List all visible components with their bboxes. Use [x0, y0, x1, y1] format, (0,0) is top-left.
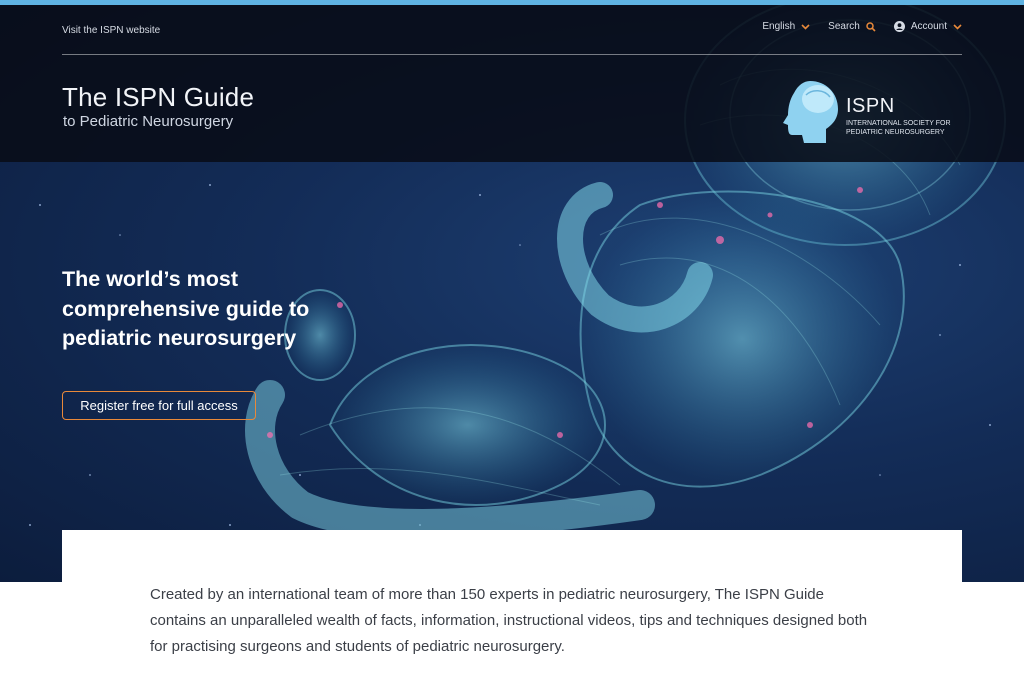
register-button[interactable]: Register free for full access — [62, 391, 256, 420]
user-icon — [893, 21, 905, 32]
search-label: Search — [828, 21, 860, 32]
utility-menu: English Search Account — [744, 21, 962, 32]
site-title[interactable]: The ISPN Guide — [62, 82, 254, 113]
search-button[interactable]: Search — [828, 21, 876, 32]
chevron-down-icon — [953, 23, 962, 30]
account-menu[interactable]: Account — [893, 21, 962, 32]
language-selector[interactable]: English — [762, 21, 810, 32]
header-divider — [62, 54, 962, 55]
language-label: English — [762, 21, 796, 32]
header-band: Visit the ISPN website English Search Ac… — [0, 5, 1024, 162]
logo-tagline: International Society for Pediatric Neur… — [846, 119, 951, 137]
ispn-logo[interactable]: ISPN International Society for Pediatric… — [780, 77, 970, 147]
site-subtitle: to Pediatric Neurosurgery — [63, 113, 234, 130]
hero-banner: Visit the ISPN website English Search Ac… — [0, 5, 1024, 582]
search-icon — [866, 21, 876, 32]
logo-tagline-line2: Pediatric Neurosurgery — [846, 129, 945, 136]
intro-text: Created by an international team of more… — [150, 586, 868, 655]
ispn-head-logo-icon — [783, 81, 838, 143]
visit-ispn-link[interactable]: Visit the ISPN website — [62, 25, 160, 36]
chevron-down-icon — [801, 23, 810, 30]
logo-wordmark: ISPN — [846, 95, 895, 117]
account-label: Account — [910, 21, 947, 32]
logo-tagline-line1: International Society for — [846, 120, 951, 127]
hero-headline: The world’s most comprehensive guide to … — [62, 267, 310, 350]
utility-bar: Visit the ISPN website English Search Ac… — [62, 5, 962, 55]
